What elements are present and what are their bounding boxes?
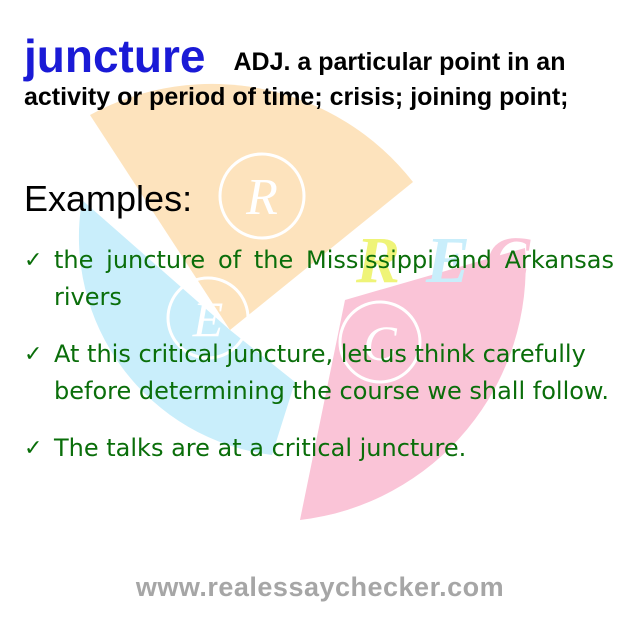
definition: juncture ADJ. a particular point in an ac… xyxy=(24,33,614,115)
example-item: ✓ At this critical juncture, let us thin… xyxy=(24,336,614,410)
check-icon: ✓ xyxy=(24,248,43,273)
check-icon: ✓ xyxy=(24,436,43,461)
example-item: ✓ the juncture of the Mississippi and Ar… xyxy=(24,242,614,316)
check-icon: ✓ xyxy=(24,342,43,367)
flashcard: juncture ADJ. a particular point in an ac… xyxy=(0,0,640,640)
website-url: www.realessaychecker.com xyxy=(135,572,505,602)
vocabulary-word: juncture xyxy=(24,30,206,82)
example-text: At this critical juncture, let us think … xyxy=(54,340,609,405)
examples-heading: Examples: xyxy=(24,178,193,219)
example-item: ✓ The talks are at a critical juncture. xyxy=(24,430,614,467)
examples-list: ✓ the juncture of the Mississippi and Ar… xyxy=(24,242,614,487)
example-text: the juncture of the Mississippi and Arka… xyxy=(54,246,614,311)
example-text: The talks are at a critical juncture. xyxy=(54,434,467,462)
